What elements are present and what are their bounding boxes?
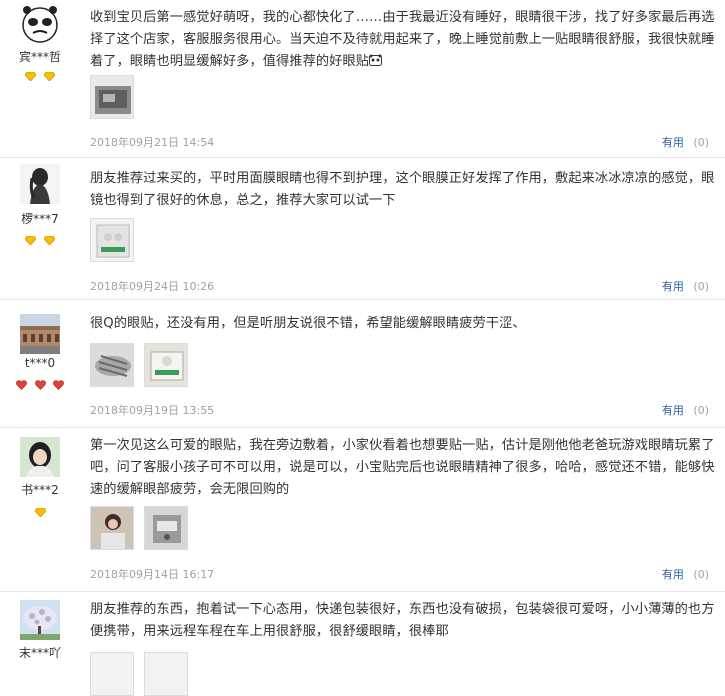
- red-heart-icon: [16, 375, 28, 394]
- reviewer-name[interactable]: t***0: [0, 356, 80, 370]
- useful-count: (0): [693, 404, 709, 417]
- review-item: 宾***哲 收到宝贝后第一感觉好萌呀，我的心都快化了……由于我最近没有睡好，眼睛…: [0, 0, 725, 158]
- review-date: 2018年09月24日 10:26: [90, 280, 215, 293]
- useful-vote: 有用 (0): [662, 278, 709, 294]
- review-text-body: 收到宝贝后第一感觉好萌呀，我的心都快化了……由于我最近没有睡好，眼睛很干涉，找了…: [90, 10, 715, 69]
- useful-count: (0): [693, 136, 709, 149]
- reviewer-name[interactable]: 末***吖: [0, 644, 80, 661]
- review-text: 很Q的眼贴，还没有用，但是听朋友说很不错，希望能缓解眼睛疲劳干涩、: [90, 316, 526, 331]
- girl-photo-avatar-icon[interactable]: [20, 437, 60, 477]
- tree-photo-avatar-icon[interactable]: [20, 600, 60, 640]
- review-text: 第一次见这么可爱的眼贴，我在旁边敷着，小家伙看着也想要贴一贴，估计是刚他他老爸玩…: [90, 438, 715, 497]
- useful-button[interactable]: 有用: [662, 136, 684, 149]
- review-list: 宾***哲 收到宝贝后第一感觉好萌呀，我的心都快化了……由于我最近没有睡好，眼睛…: [0, 0, 725, 696]
- reviewer-name[interactable]: 书***2: [0, 481, 80, 498]
- gold-diamond-icon: [33, 502, 47, 521]
- user-level-badges: [0, 502, 80, 521]
- useful-count: (0): [693, 280, 709, 293]
- review-photo[interactable]: [144, 343, 188, 387]
- user-level-badges: [0, 375, 80, 394]
- review-date: 2018年09月21日 14:54: [90, 136, 215, 149]
- reviewer-name[interactable]: 宾***哲: [0, 48, 80, 65]
- emoji-icon: [369, 54, 383, 69]
- review-photo[interactable]: [90, 343, 134, 387]
- review-photo[interactable]: [90, 75, 134, 119]
- review-date: 2018年09月19日 13:55: [90, 404, 215, 417]
- useful-button[interactable]: 有用: [662, 280, 684, 293]
- review-text: 朋友推荐过来买的，平时用面膜眼睛也得不到护理，这个眼膜正好发挥了作用，敷起来冰冰…: [90, 171, 715, 208]
- review-text: 收到宝贝后第一感觉好萌呀，我的心都快化了……由于我最近没有睡好，眼睛很干涉，找了…: [90, 7, 720, 73]
- user-level-badges: [0, 230, 80, 249]
- panda-meme-avatar-icon[interactable]: [20, 4, 60, 44]
- gold-diamond-icon: [24, 66, 37, 85]
- gold-diamond-icon: [43, 66, 56, 85]
- useful-vote: 有用 (0): [662, 134, 709, 150]
- review-item: 椤***7 朋友推荐过来买的，平时用面膜眼睛也得不到护理，这个眼膜正好发挥了作用…: [0, 158, 725, 300]
- useful-count: (0): [693, 568, 709, 581]
- useful-vote: 有用 (0): [662, 566, 709, 582]
- review-photo[interactable]: [90, 652, 134, 696]
- useful-button[interactable]: 有用: [662, 404, 684, 417]
- gold-diamond-icon: [24, 230, 37, 249]
- building-photo-avatar-icon[interactable]: [20, 314, 60, 354]
- useful-vote: 有用 (0): [662, 402, 709, 418]
- girl-silhouette-avatar-icon[interactable]: [20, 164, 60, 204]
- gold-diamond-icon: [43, 230, 56, 249]
- user-level-badges: [0, 66, 80, 85]
- review-item: 末***吖 朋友推荐的东西，抱着试一下心态用，快递包装很好，东西也没有破损，包装…: [0, 592, 725, 696]
- review-text: 朋友推荐的东西，抱着试一下心态用，快递包装很好，东西也没有破损，包装袋很可爱呀，…: [90, 602, 715, 639]
- review-photo[interactable]: [90, 506, 134, 550]
- review-photo[interactable]: [90, 218, 134, 262]
- useful-button[interactable]: 有用: [662, 568, 684, 581]
- review-date: 2018年09月14日 16:17: [90, 568, 215, 581]
- review-item: t***0 很Q的眼贴，还没有用，但是听朋友说很不错，希望能缓解眼睛疲劳干涩、 …: [0, 300, 725, 428]
- red-heart-icon: [52, 375, 64, 394]
- review-item: 书***2 第一次见这么可爱的眼贴，我在旁边敷着，小家伙看着也想要贴一贴，估计是…: [0, 428, 725, 592]
- reviewer-name[interactable]: 椤***7: [0, 210, 80, 227]
- review-photo[interactable]: [144, 506, 188, 550]
- red-heart-icon: [34, 375, 46, 394]
- review-photo[interactable]: [144, 652, 188, 696]
